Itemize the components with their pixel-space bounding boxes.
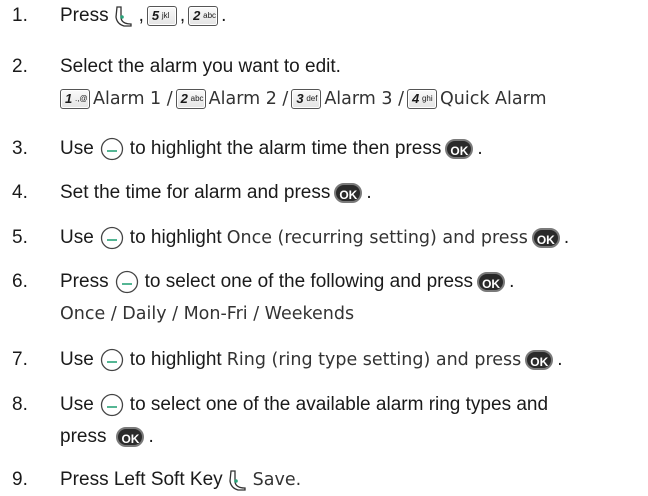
key-1-icon: 1 .,@ [60,89,90,109]
menu-option-text: Once (recurring setting) and press [226,228,528,248]
alarm-2-label: Alarm 2 / [208,89,289,109]
step-number: 6. [12,271,28,292]
step-text: to highlight [129,227,222,248]
navigation-key-icon [100,393,123,417]
step-text: Press Left Soft Key [60,469,223,490]
key-5-icon: 5 jkl [146,6,177,26]
ok-key-icon: OK [531,228,560,248]
alarm-choices: 1 .,@ Alarm 1 / 2 abc Alarm 2 / 3 def Al… [60,84,547,114]
key-4-icon: 4 ghi [406,89,437,109]
navigation-key-icon [100,226,123,250]
ok-key-icon: OK [116,427,145,447]
menu-option-text: Ring (ring type setting) and press [226,350,522,370]
save-label: Save. [252,470,302,490]
step-text: , [138,5,144,26]
options-text: Once / Daily / Mon-Fri / Weekends [60,304,355,324]
step-text: Set the time for alarm and press [60,182,331,203]
step-text: to highlight [129,349,222,370]
left-soft-key-icon [114,6,132,27]
navigation-key-icon [100,137,123,161]
step-1-line: Press , 5 jkl , 2 abc . [60,5,227,27]
key-3-icon: 3 def [291,89,322,109]
step-4-line: Set the time for alarm and press OK . [60,182,372,203]
ok-key-icon: OK [334,183,363,203]
step-number: 8. [12,394,28,415]
ok-key-icon: OK [477,272,506,292]
step-text: Use [60,138,94,159]
step-number: 1. [12,5,28,26]
step-text: to highlight the alarm time then press [129,138,442,159]
step-number: 5. [12,227,28,248]
step-text: Use [60,227,94,248]
step-2-line: Select the alarm you want to edit. [60,52,341,82]
ok-key-icon: OK [445,139,474,159]
step-8-line-2: press OK . [60,426,154,447]
alarm-3-label: Alarm 3 / [324,89,404,109]
step-3-line: Use to highlight the alarm time then pre… [60,137,483,161]
step-number: 3. [12,138,28,159]
step-text: Press [60,271,109,292]
step-text: to select one of the available alarm rin… [129,394,549,415]
step-8-line: Use to select one of the available alarm… [60,390,548,420]
step-text: , [179,5,186,26]
step-text: Press [60,5,109,26]
step-number: 2. [12,56,28,77]
step-text: Select the alarm you want to edit. [60,56,341,77]
key-2-icon: 2 abc [175,89,206,109]
step-text: Use [60,394,94,415]
key-2-icon: 2 abc [188,6,219,26]
step-text: press [60,426,107,447]
quick-alarm-label: Quick Alarm [439,89,547,109]
navigation-key-icon [100,348,123,372]
step-5-line: Use to highlight Once (recurring setting… [60,226,570,250]
step-number: 9. [12,469,28,490]
recurrence-options: Once / Daily / Mon-Fri / Weekends [60,299,354,329]
left-soft-key-icon [228,470,246,491]
navigation-key-icon [115,270,138,294]
step-7-line: Use to highlight Ring (ring type setting… [60,348,563,372]
step-text: to select one of the following and press [144,271,474,292]
step-9-line: Press Left Soft Key Save. [60,465,301,495]
step-number: 7. [12,349,28,370]
alarm-1-label: Alarm 1 / [93,89,173,109]
step-6-line: Press to select one of the following and… [60,270,515,294]
step-number: 4. [12,182,28,203]
ok-key-icon: OK [525,350,554,370]
step-text: Use [60,349,94,370]
